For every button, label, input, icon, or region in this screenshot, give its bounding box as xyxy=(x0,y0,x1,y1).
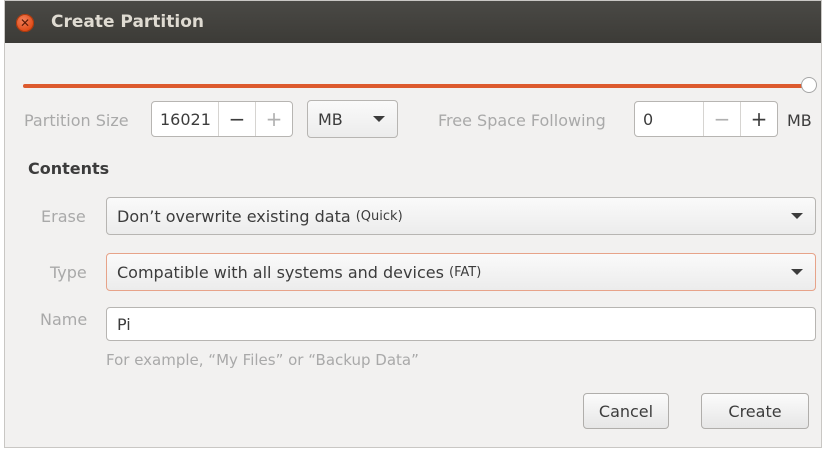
name-input[interactable]: Pi xyxy=(106,307,816,341)
title-bar: ✕ Create Partition xyxy=(5,1,821,43)
create-button[interactable]: Create xyxy=(701,393,809,429)
free-space-label: Free Space Following xyxy=(438,111,606,130)
size-increment-button[interactable]: + xyxy=(255,102,292,136)
free-space-unit: MB xyxy=(787,111,812,130)
free-space-value[interactable]: 0 xyxy=(635,102,703,136)
chevron-down-icon xyxy=(791,213,803,219)
erase-note: (Quick) xyxy=(355,208,403,224)
name-label: Name xyxy=(40,310,88,329)
size-decrement-button[interactable]: − xyxy=(218,102,255,136)
free-space-increment-button[interactable]: + xyxy=(740,102,777,136)
partition-size-slider[interactable] xyxy=(23,77,817,93)
cancel-button[interactable]: Cancel xyxy=(583,393,669,429)
partition-size-spinner[interactable]: 16021 − + xyxy=(151,101,293,137)
type-value: Compatible with all systems and devices xyxy=(117,262,444,282)
type-label: Type xyxy=(50,263,87,282)
erase-value: Don’t overwrite existing data xyxy=(117,206,351,226)
window-title: Create Partition xyxy=(51,12,204,32)
type-note: (FAT) xyxy=(449,264,482,280)
partition-size-value[interactable]: 16021 xyxy=(152,102,218,136)
slider-fill xyxy=(23,84,809,88)
type-dropdown[interactable]: Compatible with all systems and devices … xyxy=(106,253,816,291)
free-space-decrement-button[interactable]: − xyxy=(703,102,740,136)
chevron-down-icon xyxy=(791,269,803,275)
contents-heading: Contents xyxy=(28,159,110,178)
chevron-down-icon xyxy=(373,116,385,122)
erase-dropdown[interactable]: Don’t overwrite existing data (Quick) xyxy=(106,197,816,235)
close-icon[interactable]: ✕ xyxy=(16,14,34,32)
name-hint: For example, “My Files” or “Backup Data” xyxy=(106,351,419,369)
slider-handle[interactable] xyxy=(801,77,817,93)
create-partition-dialog: ✕ Create Partition Partition Size 16021 … xyxy=(4,0,822,448)
erase-label: Erase xyxy=(41,207,86,226)
free-space-spinner[interactable]: 0 − + xyxy=(634,101,778,137)
size-unit-value: MB xyxy=(318,109,343,129)
size-unit-dropdown[interactable]: MB xyxy=(307,100,398,138)
partition-size-label: Partition Size xyxy=(24,111,129,130)
